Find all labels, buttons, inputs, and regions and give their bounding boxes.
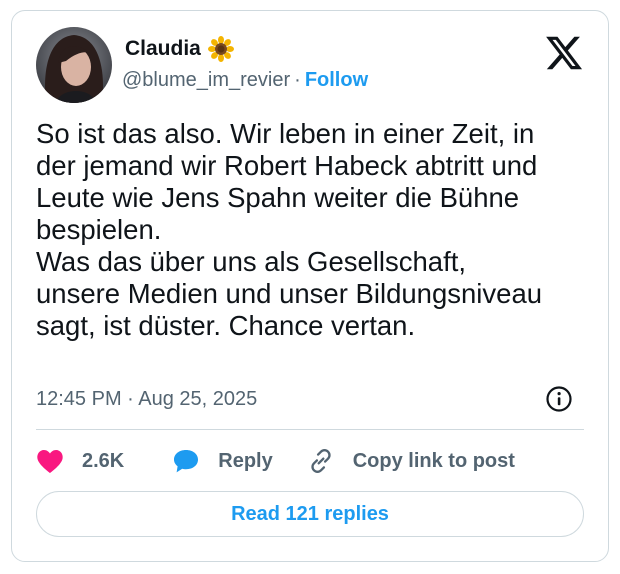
like-count: 2.6K: [82, 449, 125, 472]
divider: [36, 429, 584, 430]
reply-bubble-icon: [174, 450, 199, 473]
tweet-text: So ist das also. Wir leben in einer Zeit…: [36, 118, 596, 342]
tweet-line: So ist das also. Wir leben in einer Zeit…: [36, 118, 535, 149]
link-icon: [311, 449, 331, 473]
tweet-line: der jemand wir Robert Habeck abtritt und: [36, 150, 538, 181]
heart-icon: [37, 450, 63, 474]
tweet-line: bespielen.: [36, 214, 162, 245]
like-button[interactable]: 2.6K: [36, 448, 124, 474]
author-handle[interactable]: @blume_im_revier: [122, 69, 290, 91]
tweet-line: sagt, ist düster. Chance vertan.: [36, 310, 416, 341]
follow-button[interactable]: Follow: [305, 69, 368, 91]
tweet-line: unsere Medien und unser Bildungsniveau: [36, 278, 543, 309]
tweet-line: Leute wie Jens Spahn weiter die Bühne: [36, 182, 520, 213]
display-name[interactable]: Claudia: [125, 37, 201, 61]
x-logo-icon[interactable]: [544, 33, 584, 73]
copy-link-label: Copy link to post: [352, 449, 515, 472]
reply-label: Reply: [218, 449, 273, 472]
separator-dot: ·: [294, 69, 301, 91]
read-replies-button[interactable]: Read 121 replies: [36, 491, 584, 537]
tweet-line: Was das über uns als Gesellschaft,: [36, 246, 467, 277]
sunflower-emoji-icon: [207, 36, 234, 62]
timestamp[interactable]: 12:45 PM · Aug 25, 2025: [36, 388, 257, 411]
read-replies-label: Read 121 replies: [231, 502, 389, 525]
info-icon[interactable]: [545, 385, 573, 413]
reply-button[interactable]: Reply: [172, 448, 273, 474]
avatar[interactable]: [36, 27, 112, 103]
copy-link-button[interactable]: Copy link to post: [307, 447, 515, 475]
action-bar: 2.6K Reply Copy link to post: [36, 446, 515, 476]
